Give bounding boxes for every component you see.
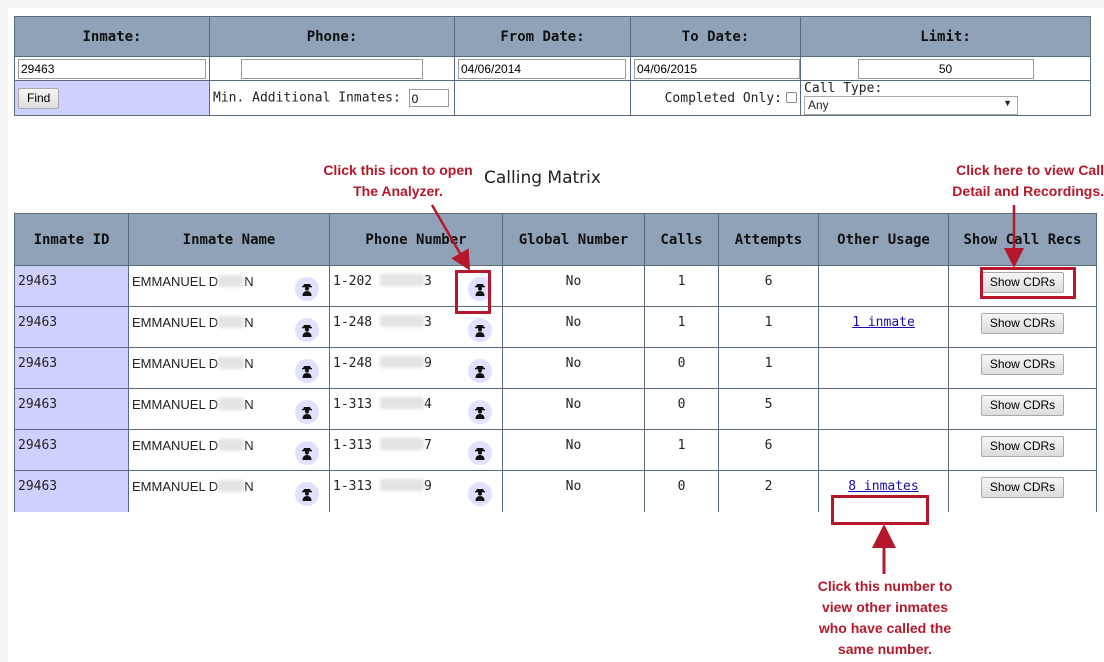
analyzer-arrow bbox=[430, 204, 471, 271]
annotation-arrows bbox=[430, 204, 1024, 574]
